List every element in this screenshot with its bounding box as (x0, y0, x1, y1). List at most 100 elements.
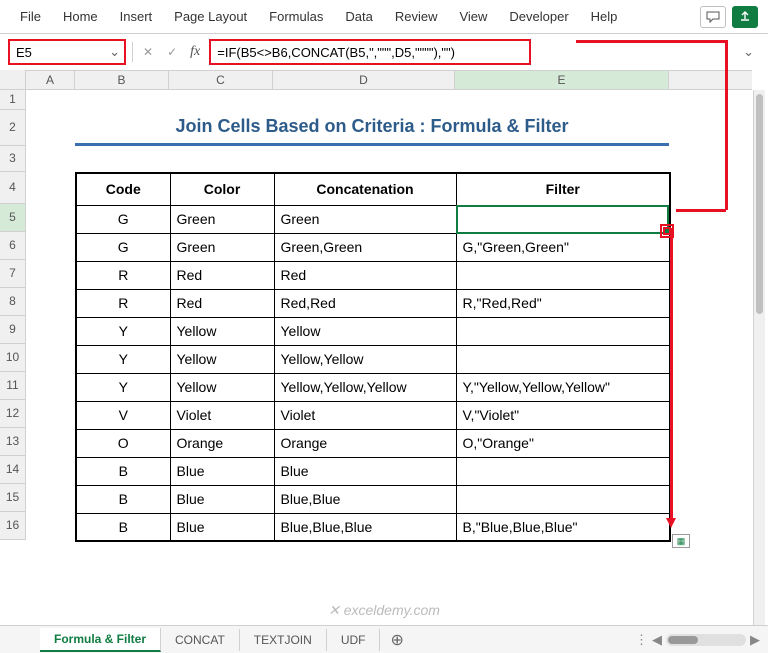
cell-concat[interactable]: Green (274, 205, 456, 233)
cell-concat[interactable]: Yellow,Yellow (274, 345, 456, 373)
select-all-corner[interactable] (0, 70, 26, 90)
row-header[interactable]: 12 (0, 400, 26, 428)
col-header-d[interactable]: D (273, 71, 455, 89)
chevron-down-icon[interactable]: ⌄ (109, 44, 120, 60)
cell-code[interactable]: Y (76, 317, 170, 345)
row-header[interactable]: 3 (0, 146, 26, 172)
row-header[interactable]: 7 (0, 260, 26, 288)
cell-code[interactable]: G (76, 205, 170, 233)
grid[interactable]: Join Cells Based on Criteria : Formula &… (26, 90, 752, 625)
cell-code[interactable]: Y (76, 345, 170, 373)
name-box[interactable]: E5 ⌄ (8, 39, 126, 65)
tab-view[interactable]: View (449, 5, 497, 28)
cell-code[interactable]: B (76, 457, 170, 485)
cell-filter[interactable]: R,"Red,Red" (456, 289, 670, 317)
scrollbar-thumb[interactable] (668, 636, 698, 644)
row-header[interactable]: 1 (0, 90, 26, 110)
tab-developer[interactable]: Developer (499, 5, 578, 28)
tab-data[interactable]: Data (335, 5, 382, 28)
row-header[interactable]: 13 (0, 428, 26, 456)
col-header-c[interactable]: C (169, 71, 273, 89)
cell-filter[interactable]: B,"Blue,Blue,Blue" (456, 513, 670, 541)
cell-color[interactable]: Green (170, 233, 274, 261)
cancel-icon[interactable]: ✕ (139, 45, 157, 59)
cell-concat[interactable]: Orange (274, 429, 456, 457)
sheet-tab-concat[interactable]: CONCAT (161, 629, 240, 651)
cell-code[interactable]: B (76, 513, 170, 541)
col-header-a[interactable]: A (26, 71, 75, 89)
row-header[interactable]: 6 (0, 232, 26, 260)
tab-formulas[interactable]: Formulas (259, 5, 333, 28)
cell-code[interactable]: B (76, 485, 170, 513)
row-header[interactable]: 16 (0, 512, 26, 540)
cell-concat[interactable]: Red (274, 261, 456, 289)
horizontal-scrollbar[interactable] (666, 634, 746, 646)
row-header[interactable]: 8 (0, 288, 26, 316)
cell-filter[interactable] (456, 261, 670, 289)
cell-concat[interactable]: Green,Green (274, 233, 456, 261)
vertical-scrollbar[interactable] (753, 90, 765, 625)
add-sheet-icon[interactable]: ⊕ (380, 630, 413, 650)
autofill-options-icon[interactable]: ▦ (672, 534, 690, 548)
cell-color[interactable]: Red (170, 261, 274, 289)
tab-help[interactable]: Help (581, 5, 628, 28)
cell-concat[interactable]: Violet (274, 401, 456, 429)
cell-filter[interactable] (456, 205, 670, 233)
cell-concat[interactable]: Red,Red (274, 289, 456, 317)
cell-color[interactable]: Violet (170, 401, 274, 429)
cell-concat[interactable]: Blue,Blue (274, 485, 456, 513)
cell-code[interactable]: O (76, 429, 170, 457)
cell-color[interactable]: Blue (170, 513, 274, 541)
cell-color[interactable]: Green (170, 205, 274, 233)
cell-code[interactable]: R (76, 261, 170, 289)
row-header[interactable]: 14 (0, 456, 26, 484)
row-header[interactable]: 11 (0, 372, 26, 400)
col-header-e[interactable]: E (455, 71, 669, 89)
cell-filter[interactable]: Y,"Yellow,Yellow,Yellow" (456, 373, 670, 401)
cell-filter[interactable]: G,"Green,Green" (456, 233, 670, 261)
cell-concat[interactable]: Blue,Blue,Blue (274, 513, 456, 541)
formula-input[interactable]: =IF(B5<>B6,CONCAT(B5,",""",D5,""""),"") (209, 39, 531, 65)
row-header[interactable]: 9 (0, 316, 26, 344)
cell-color[interactable]: Yellow (170, 345, 274, 373)
fx-icon[interactable]: fx (187, 44, 203, 60)
cell-concat[interactable]: Blue (274, 457, 456, 485)
cell-filter[interactable]: O,"Orange" (456, 429, 670, 457)
tab-file[interactable]: File (10, 5, 51, 28)
cell-code[interactable]: Y (76, 373, 170, 401)
cell-filter[interactable] (456, 457, 670, 485)
cell-color[interactable]: Yellow (170, 317, 274, 345)
cell-color[interactable]: Blue (170, 457, 274, 485)
cell-color[interactable]: Yellow (170, 373, 274, 401)
cell-color[interactable]: Red (170, 289, 274, 317)
scrollbar-thumb[interactable] (756, 94, 763, 314)
cell-filter[interactable] (456, 345, 670, 373)
tabs-menu-icon[interactable]: ⋮ (635, 632, 648, 648)
cell-color[interactable]: Blue (170, 485, 274, 513)
sheet-tab-udf[interactable]: UDF (327, 629, 381, 651)
expand-formula-icon[interactable]: ⌄ (737, 44, 760, 60)
tab-home[interactable]: Home (53, 5, 108, 28)
share-icon[interactable] (732, 6, 758, 28)
sheet-tab-textjoin[interactable]: TEXTJOIN (240, 629, 327, 651)
row-header[interactable]: 10 (0, 344, 26, 372)
cell-filter[interactable]: V,"Violet" (456, 401, 670, 429)
tab-page-layout[interactable]: Page Layout (164, 5, 257, 28)
row-header[interactable]: 4 (0, 172, 26, 204)
cell-concat[interactable]: Yellow,Yellow,Yellow (274, 373, 456, 401)
tab-review[interactable]: Review (385, 5, 448, 28)
cell-code[interactable]: G (76, 233, 170, 261)
cell-code[interactable]: V (76, 401, 170, 429)
comments-icon[interactable] (700, 6, 726, 28)
cell-color[interactable]: Orange (170, 429, 274, 457)
tab-insert[interactable]: Insert (110, 5, 163, 28)
scroll-left-icon[interactable]: ◀ (652, 632, 662, 648)
enter-icon[interactable]: ✓ (163, 45, 181, 59)
cell-filter[interactable] (456, 485, 670, 513)
cell-concat[interactable]: Yellow (274, 317, 456, 345)
scroll-right-icon[interactable]: ▶ (750, 632, 760, 648)
row-header[interactable]: 2 (0, 110, 26, 146)
col-header-b[interactable]: B (75, 71, 169, 89)
sheet-tab-formula-filter[interactable]: Formula & Filter (40, 628, 161, 652)
cell-filter[interactable] (456, 317, 670, 345)
